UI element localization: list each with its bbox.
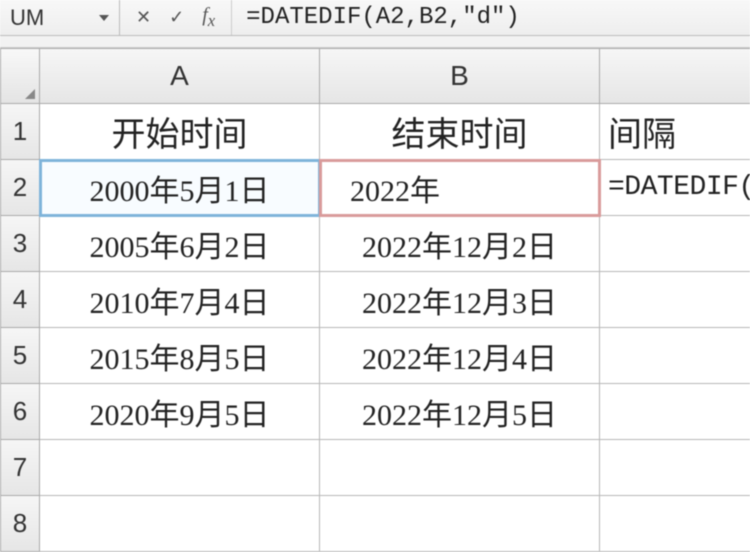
dropdown-caret-icon[interactable] [99, 15, 109, 21]
cell-a6[interactable]: 2020年9月5日 [40, 384, 320, 440]
spreadsheet-grid[interactable]: A B 1 开始时间 结束时间 间隔 2 2000年5月1日 2022年 =DA… [0, 48, 750, 552]
cell-c4[interactable] [600, 272, 750, 328]
cell-a4[interactable]: 2010年7月4日 [40, 272, 320, 328]
cancel-icon[interactable]: ✕ [136, 7, 151, 28]
row-header-6[interactable]: 6 [0, 384, 40, 440]
cell-a8[interactable] [40, 496, 320, 552]
row-header-8[interactable]: 8 [0, 496, 40, 552]
row-header-1[interactable]: 1 [0, 104, 40, 160]
cell-b2[interactable]: 2022年 [320, 160, 600, 216]
cell-a7[interactable] [40, 440, 320, 496]
cell-c2[interactable]: =DATEDIF(A [600, 160, 750, 216]
row-header-3[interactable]: 3 [0, 216, 40, 272]
cell-b3[interactable]: 2022年12月2日 [320, 216, 600, 272]
cell-c8[interactable] [600, 496, 750, 552]
row-header-2[interactable]: 2 [0, 160, 40, 216]
cell-a1[interactable]: 开始时间 [40, 104, 320, 160]
cell-c5[interactable] [600, 328, 750, 384]
name-box-value: UM [10, 5, 44, 31]
enter-icon[interactable]: ✓ [169, 7, 184, 28]
formula-bar-controls: ✕ ✓ fx [120, 0, 232, 35]
cell-b1[interactable]: 结束时间 [320, 104, 600, 160]
cell-a3[interactable]: 2005年6月2日 [40, 216, 320, 272]
ribbon-edge [0, 36, 750, 48]
cell-c7[interactable] [600, 440, 750, 496]
cell-b6[interactable]: 2022年12月5日 [320, 384, 600, 440]
formula-input[interactable]: =DATEDIF(A2,B2,"d") [232, 0, 750, 35]
cell-c1[interactable]: 间隔 [600, 104, 750, 160]
fx-icon[interactable]: fx [202, 4, 215, 31]
formula-bar-row: UM ✕ ✓ fx =DATEDIF(A2,B2,"d") [0, 0, 750, 36]
column-header-c[interactable] [600, 48, 750, 104]
cell-a2[interactable]: 2000年5月1日 [40, 160, 320, 216]
cell-b7[interactable] [320, 440, 600, 496]
cell-b8[interactable] [320, 496, 600, 552]
cell-c6[interactable] [600, 384, 750, 440]
cell-b5[interactable]: 2022年12月4日 [320, 328, 600, 384]
row-header-7[interactable]: 7 [0, 440, 40, 496]
column-header-b[interactable]: B [320, 48, 600, 104]
cell-a5[interactable]: 2015年8月5日 [40, 328, 320, 384]
select-all-corner[interactable] [0, 48, 40, 104]
column-header-a[interactable]: A [40, 48, 320, 104]
cell-c3[interactable] [600, 216, 750, 272]
formula-text: =DATEDIF(A2,B2,"d") [246, 4, 520, 31]
cell-b4[interactable]: 2022年12月3日 [320, 272, 600, 328]
name-box[interactable]: UM [0, 0, 120, 35]
row-header-5[interactable]: 5 [0, 328, 40, 384]
row-header-4[interactable]: 4 [0, 272, 40, 328]
